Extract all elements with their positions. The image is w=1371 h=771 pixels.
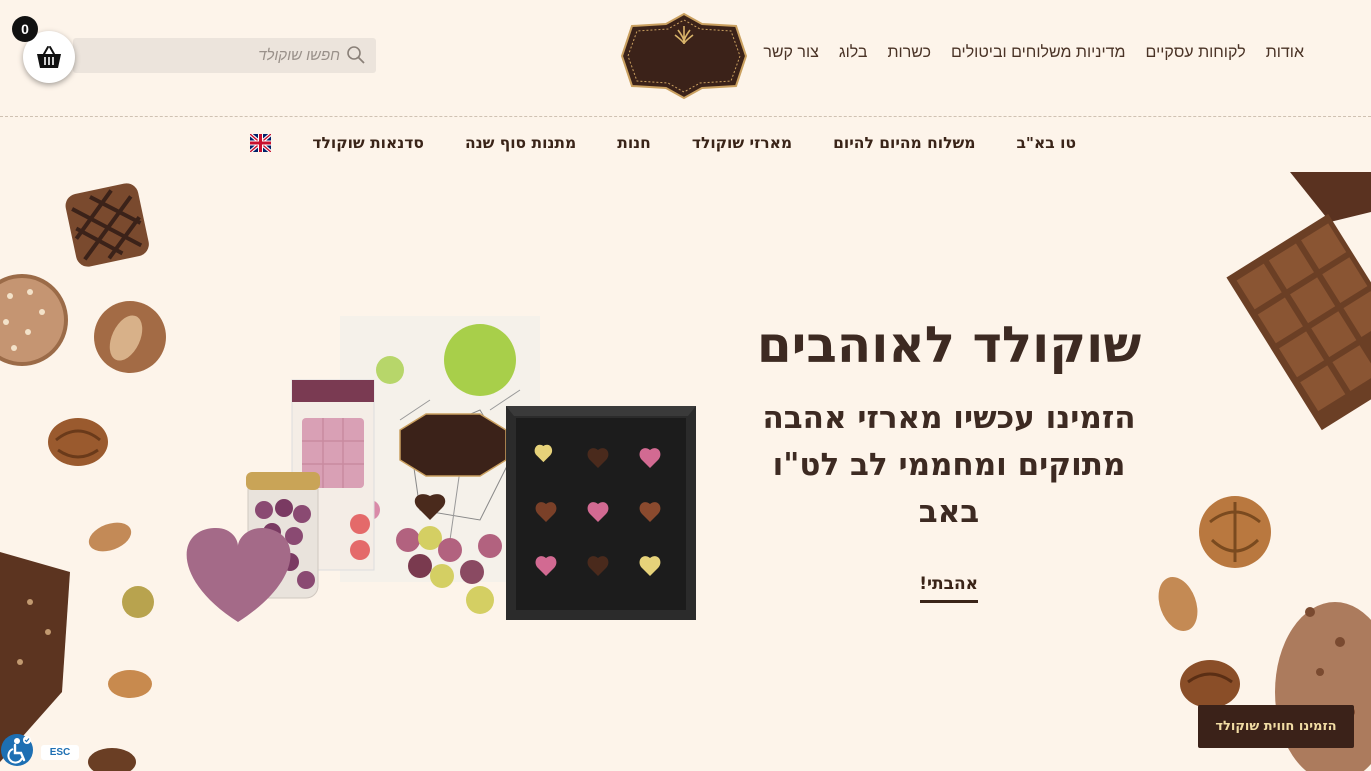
accessibility-icon[interactable] [0,733,34,767]
top-nav-blog[interactable]: בלוג [839,44,868,62]
top-nav-about[interactable]: אודות [1266,44,1304,62]
search-icon[interactable] [346,45,366,65]
top-nav: אודות לקוחות עסקיים מדיניות משלוחים וביט… [763,44,1304,62]
uk-flag-icon[interactable] [250,134,272,152]
floating-order-button[interactable]: הזמינו חווית שוקולד [1198,705,1354,748]
search-input[interactable] [90,38,340,73]
hero-product-image [186,316,696,622]
main-nav-chocolate-workshops[interactable]: סדנאות שוקולד [312,134,424,152]
main-nav-year-end-gifts[interactable]: מתנות סוף שנה [465,134,576,152]
main-nav-same-day-delivery[interactable]: משלוח מהיום להיום [833,134,975,152]
cart-count-badge: 0 [12,16,38,42]
hero-title: שוקולד לאוהבים [756,316,1142,374]
main-nav: טו בא"ב משלוח מהיום להיום מארזי שוקולד ח… [250,134,1076,152]
hero-right-decoration [1158,172,1371,771]
top-nav-shipping-policy[interactable]: מדיניות משלוחים וביטולים [951,44,1126,62]
hero-cta-button[interactable]: אהבתי! [919,574,978,603]
site-header: אודות לקוחות עסקיים מדיניות משלוחים וביט… [0,0,1371,116]
top-nav-contact[interactable]: צור קשר [763,44,819,62]
main-nav-shop[interactable]: חנות [617,134,651,152]
basket-icon [36,45,62,69]
top-nav-business-clients[interactable]: לקוחות עסקיים [1146,44,1246,62]
hero-left-decoration [0,183,166,771]
main-nav-tu-beav[interactable]: טו בא"ב [1016,134,1076,152]
main-nav-chocolate-boxes[interactable]: מארזי שוקולד [692,134,792,152]
top-nav-kosher[interactable]: כשרות [888,44,932,62]
search-box [73,38,376,73]
esc-label[interactable]: ESC [41,745,79,760]
header-divider [0,116,1371,117]
site-logo[interactable] [618,12,750,100]
hero-subtitle: הזמינו עכשיו מארזי אהבה מתוקים ומחממי לב… [762,400,1136,530]
